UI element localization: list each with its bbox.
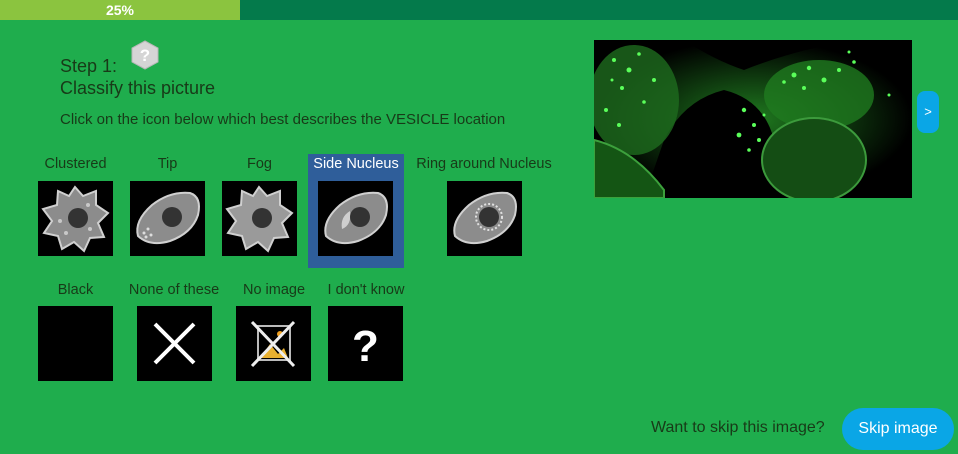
progress-bar: 25% [0, 0, 958, 20]
svg-text:?: ? [140, 46, 150, 65]
option-label: No image [242, 282, 306, 298]
option-label: Clustered [44, 156, 107, 172]
microscopy-image [594, 40, 912, 198]
svg-text:?: ? [352, 322, 379, 371]
cell-micrograph [594, 40, 912, 198]
option-fog[interactable]: Fog [220, 154, 299, 260]
skip-image-button[interactable]: Skip image [842, 408, 954, 450]
option-label: I don't know [327, 282, 405, 298]
option-i-dont-know[interactable]: I don't know ? [322, 280, 410, 382]
clustered-cell-icon [38, 181, 113, 256]
page-title: Classify this picture [60, 78, 216, 98]
option-side-nucleus[interactable]: Side Nucleus [308, 154, 404, 268]
option-label: None of these [128, 282, 220, 298]
no-image-icon [236, 306, 311, 381]
progress-label: 25% [105, 2, 135, 18]
tip-cell-icon [130, 181, 205, 256]
option-ring-around-nucleus[interactable]: Ring around Nucleus [408, 154, 560, 260]
question-hexagon-icon[interactable]: ? [131, 40, 159, 70]
instruction-text: Click on the icon below which best descr… [60, 111, 506, 128]
black-square-icon [38, 306, 113, 381]
option-label: Side Nucleus [313, 156, 399, 172]
option-label: Black [57, 282, 94, 298]
option-black[interactable]: Black [36, 280, 115, 382]
option-tip[interactable]: Tip [128, 154, 207, 260]
skip-question: Want to skip this image? [651, 419, 825, 436]
fog-cell-icon [222, 181, 297, 256]
side-nucleus-cell-icon [318, 181, 393, 256]
option-label: Fog [247, 156, 272, 172]
option-label: Ring around Nucleus [416, 156, 552, 172]
option-none-of-these[interactable]: None of these [120, 280, 228, 382]
option-clustered[interactable]: Clustered [36, 154, 115, 260]
x-icon [137, 306, 212, 381]
question-mark-icon: ? [328, 306, 403, 381]
ring-nucleus-cell-icon [447, 181, 522, 256]
option-label: Tip [157, 156, 178, 172]
next-image-button[interactable]: > [917, 91, 939, 133]
step-label: Step 1: [60, 56, 118, 76]
option-no-image[interactable]: No image [236, 280, 312, 382]
